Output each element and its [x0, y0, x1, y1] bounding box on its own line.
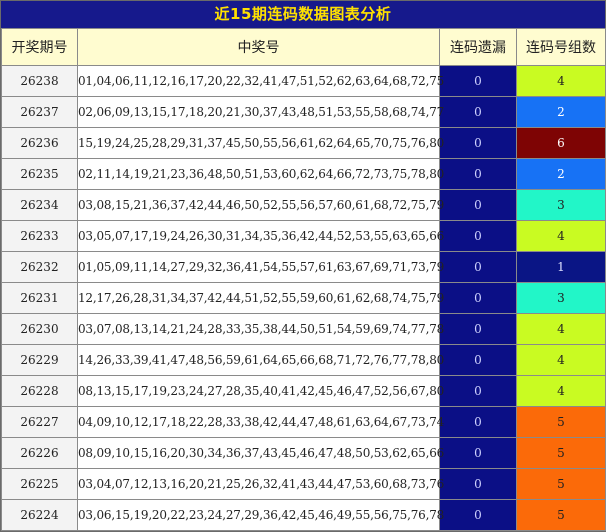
groups-cell: 2 [516, 158, 606, 190]
issue-cell: 26233 [1, 220, 78, 252]
issue-cell: 26230 [1, 313, 78, 345]
miss-cell: 0 [439, 282, 517, 314]
issue-cell: 26238 [1, 65, 78, 97]
issue-cell: 26229 [1, 344, 78, 376]
issue-cell: 26225 [1, 468, 78, 500]
miss-cell: 0 [439, 127, 517, 159]
miss-cell: 0 [439, 499, 517, 531]
table-row: 26231 12,17,26,28,31,34,37,42,44,51,52,55… [1, 282, 606, 314]
groups-cell: 5 [516, 406, 606, 438]
issue-cell: 26235 [1, 158, 78, 190]
groups-cell: 6 [516, 127, 606, 159]
numbers-cell: 01,04,06,11,12,16,17,20,22,32,41,47,51,5… [77, 65, 444, 97]
numbers-cell: 03,08,15,21,36,37,42,44,46,50,52,55,56,5… [77, 189, 444, 221]
table-row: 26229 14,26,33,39,41,47,48,56,59,61,64,65… [1, 344, 606, 376]
miss-cell: 0 [439, 406, 517, 438]
numbers-cell: 14,26,33,39,41,47,48,56,59,61,64,65,66,6… [77, 344, 444, 376]
numbers-cell: 12,17,26,28,31,34,37,42,44,51,52,55,59,6… [77, 282, 444, 314]
groups-cell: 2 [516, 96, 606, 128]
issue-cell: 26226 [1, 437, 78, 469]
page-title: 近15期连码数据图表分析 [1, 1, 605, 28]
miss-cell: 0 [439, 313, 517, 345]
groups-cell: 5 [516, 499, 606, 531]
issue-cell: 26228 [1, 375, 78, 407]
groups-cell: 4 [516, 65, 606, 97]
issue-cell: 26227 [1, 406, 78, 438]
header-numbers: 中奖号 [77, 28, 440, 66]
numbers-cell: 01,05,09,11,14,27,29,32,36,41,54,55,57,6… [77, 251, 444, 283]
table-row: 26237 02,06,09,13,15,17,18,20,21,30,37,43… [1, 96, 606, 128]
table-row: 26224 03,06,15,19,20,22,23,24,27,29,36,42… [1, 499, 606, 531]
groups-cell: 5 [516, 437, 606, 469]
issue-cell: 26237 [1, 96, 78, 128]
miss-cell: 0 [439, 220, 517, 252]
miss-cell: 0 [439, 468, 517, 500]
numbers-cell: 08,09,10,15,16,20,30,34,36,37,43,45,46,4… [77, 437, 444, 469]
groups-cell: 4 [516, 313, 606, 345]
issue-cell: 26224 [1, 499, 78, 531]
groups-cell: 5 [516, 468, 606, 500]
groups-cell: 4 [516, 220, 606, 252]
miss-cell: 0 [439, 375, 517, 407]
table-row: 26228 08,13,15,17,19,23,24,27,28,35,40,41… [1, 375, 606, 407]
analysis-panel: 近15期连码数据图表分析 开奖期号 中奖号 连码遗漏 连码号组数 26238 01… [0, 0, 606, 532]
table-row: 26227 04,09,10,12,17,18,22,28,33,38,42,44… [1, 406, 606, 438]
numbers-cell: 03,05,07,17,19,24,26,30,31,34,35,36,42,4… [77, 220, 444, 252]
miss-cell: 0 [439, 344, 517, 376]
header-row: 开奖期号 中奖号 连码遗漏 连码号组数 [1, 28, 606, 66]
table-row: 26234 03,08,15,21,36,37,42,44,46,50,52,55… [1, 189, 606, 221]
table-row: 26230 03,07,08,13,14,21,24,28,33,35,38,44… [1, 313, 606, 345]
miss-cell: 0 [439, 189, 517, 221]
header-miss: 连码遗漏 [439, 28, 517, 66]
issue-cell: 26231 [1, 282, 78, 314]
groups-cell: 4 [516, 344, 606, 376]
groups-cell: 1 [516, 251, 606, 283]
numbers-cell: 03,06,15,19,20,22,23,24,27,29,36,42,45,4… [77, 499, 444, 531]
header-groups: 连码号组数 [516, 28, 606, 66]
header-issue: 开奖期号 [1, 28, 78, 66]
table-row: 26225 03,04,07,12,13,16,20,21,25,26,32,41… [1, 468, 606, 500]
numbers-cell: 02,06,09,13,15,17,18,20,21,30,37,43,48,5… [77, 96, 444, 128]
miss-cell: 0 [439, 96, 517, 128]
results-table: 开奖期号 中奖号 连码遗漏 连码号组数 26238 01,04,06,11,12,… [1, 28, 606, 531]
table-row: 26232 01,05,09,11,14,27,29,32,36,41,54,55… [1, 251, 606, 283]
groups-cell: 3 [516, 189, 606, 221]
table-row: 26233 03,05,07,17,19,24,26,30,31,34,35,36… [1, 220, 606, 252]
numbers-cell: 04,09,10,12,17,18,22,28,33,38,42,44,47,4… [77, 406, 444, 438]
numbers-cell: 15,19,24,25,28,29,31,37,45,50,55,56,61,6… [77, 127, 444, 159]
groups-cell: 3 [516, 282, 606, 314]
table-row: 26226 08,09,10,15,16,20,30,34,36,37,43,45… [1, 437, 606, 469]
miss-cell: 0 [439, 158, 517, 190]
groups-cell: 4 [516, 375, 606, 407]
table-row: 26236 15,19,24,25,28,29,31,37,45,50,55,56… [1, 127, 606, 159]
numbers-cell: 03,04,07,12,13,16,20,21,25,26,32,41,43,4… [77, 468, 444, 500]
issue-cell: 26232 [1, 251, 78, 283]
issue-cell: 26234 [1, 189, 78, 221]
miss-cell: 0 [439, 437, 517, 469]
table-row: 26238 01,04,06,11,12,16,17,20,22,32,41,47… [1, 65, 606, 97]
numbers-cell: 02,11,14,19,21,23,36,48,50,51,53,60,62,6… [77, 158, 444, 190]
numbers-cell: 03,07,08,13,14,21,24,28,33,35,38,44,50,5… [77, 313, 444, 345]
numbers-cell: 08,13,15,17,19,23,24,27,28,35,40,41,42,4… [77, 375, 444, 407]
miss-cell: 0 [439, 251, 517, 283]
table-row: 26235 02,11,14,19,21,23,36,48,50,51,53,60… [1, 158, 606, 190]
issue-cell: 26236 [1, 127, 78, 159]
miss-cell: 0 [439, 65, 517, 97]
